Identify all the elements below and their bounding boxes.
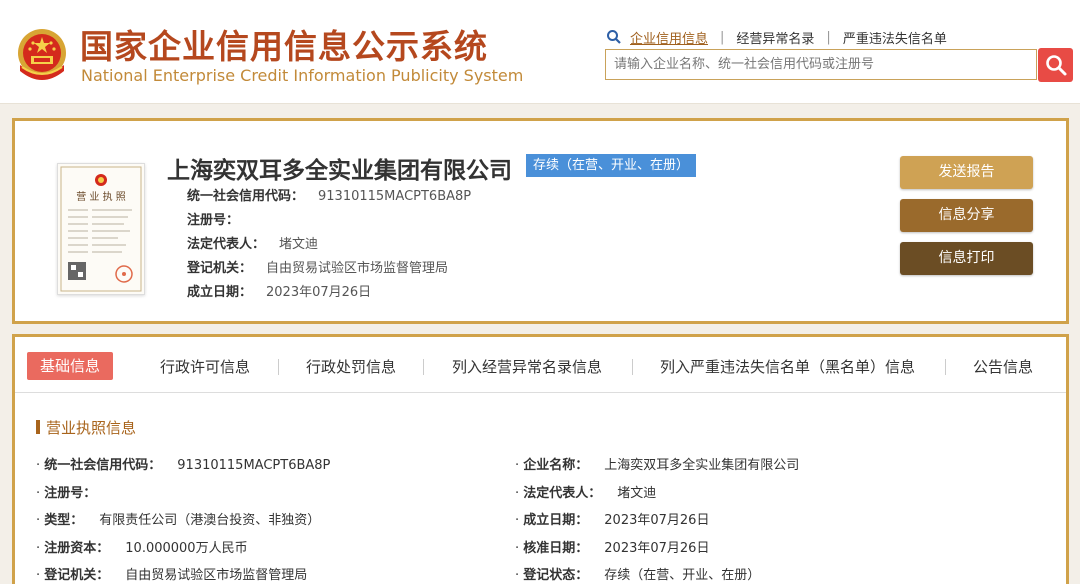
- nav-divider: |: [720, 29, 725, 45]
- nav-serious-violation-list[interactable]: 严重违法失信名单: [843, 28, 947, 47]
- info-row-company-name: · 企业名称： 上海奕双耳多全实业集团有限公司: [515, 458, 800, 473]
- card-field-est-date: 成立日期： 2023年07月26日: [187, 281, 371, 300]
- nav-enterprise-credit-info[interactable]: 企业信用信息: [630, 28, 708, 47]
- print-info-button[interactable]: 信息打印: [900, 242, 1033, 275]
- license-title: 营 业 执 照: [76, 190, 126, 203]
- field-value: 2023年07月26日: [266, 285, 372, 300]
- field-label: 登记机关：: [187, 261, 253, 276]
- info-label: 登记状态：: [523, 568, 589, 583]
- field-label: 统一社会信用代码：: [187, 189, 305, 204]
- info-value: 91310115MACPT6BA8P: [177, 458, 331, 473]
- detail-panel: 基础信息 行政许可信息 行政处罚信息 列入经营异常名录信息 列入严重违法失信名单…: [12, 334, 1069, 584]
- info-value: 有限责任公司（港澳台投资、非独资）: [99, 513, 321, 528]
- info-label: 注册号：: [44, 486, 97, 501]
- share-info-button[interactable]: 信息分享: [900, 199, 1033, 232]
- tab-divider: [423, 359, 424, 375]
- business-license-image[interactable]: 营 业 执 照: [57, 163, 145, 295]
- site-header: 国家企业信用信息公示系统 National Enterprise Credit …: [0, 0, 1080, 104]
- info-row-type: · 类型： 有限责任公司（港澳台投资、非独资）: [36, 513, 321, 528]
- card-field-reg-authority: 登记机关： 自由贸易试验区市场监督管理局: [187, 257, 448, 276]
- info-label: 类型：: [44, 513, 84, 528]
- section-marker: [36, 420, 40, 434]
- info-label: 登记机关：: [44, 568, 110, 583]
- tab-divider: [945, 359, 946, 375]
- field-value: 堵文迪: [279, 237, 319, 252]
- tab-bar: 基础信息 行政许可信息 行政处罚信息 列入经营异常名录信息 列入严重违法失信名单…: [15, 337, 1066, 393]
- search-icon: [1045, 55, 1066, 76]
- info-row-reg-number: · 注册号：: [36, 486, 97, 501]
- field-label: 成立日期：: [187, 285, 253, 300]
- info-row-reg-capital: · 注册资本： 10.000000万人民币: [36, 541, 248, 556]
- info-row-approval-date: · 核准日期： 2023年07月26日: [515, 541, 710, 556]
- card-field-legal-rep: 法定代表人： 堵文迪: [187, 233, 318, 252]
- info-row-credit-code: · 统一社会信用代码： 91310115MACPT6BA8P: [36, 458, 331, 473]
- tab-divider: [632, 359, 633, 375]
- field-value: 自由贸易试验区市场监督管理局: [266, 261, 449, 276]
- tab-basic-info[interactable]: 基础信息: [27, 352, 114, 380]
- tab-admin-license[interactable]: 行政许可信息: [160, 353, 250, 381]
- company-summary-card: 营 业 执 照 上海奕双耳多全实业集团有限公司 存续（在营、开业、在册） 统一社…: [12, 118, 1069, 324]
- site-subtitle: National Enterprise Credit Information P…: [81, 66, 524, 85]
- info-label: 核准日期：: [523, 541, 589, 556]
- national-emblem-icon: [18, 29, 66, 80]
- tab-abnormal-operations[interactable]: 列入经营异常名录信息: [452, 353, 602, 381]
- info-label: 成立日期：: [523, 513, 589, 528]
- info-value: 2023年07月26日: [604, 513, 710, 528]
- section-title-text: 营业执照信息: [46, 419, 137, 437]
- info-value: 堵文迪: [617, 486, 657, 501]
- field-label: 法定代表人：: [187, 237, 266, 252]
- tab-divider: [278, 359, 279, 375]
- info-row-legal-rep: · 法定代表人： 堵文迪: [515, 486, 657, 501]
- tab-admin-penalty[interactable]: 行政处罚信息: [306, 353, 396, 381]
- top-nav: 企业信用信息 | 经营异常名录 | 严重违法失信名单: [606, 28, 947, 47]
- status-badge: 存续（在营、开业、在册）: [526, 154, 697, 177]
- company-name: 上海奕双耳多全实业集团有限公司: [167, 158, 512, 184]
- info-value: 存续（在营、开业、在册）: [604, 568, 761, 583]
- card-field-reg-number: 注册号：: [187, 209, 253, 228]
- tab-blacklist[interactable]: 列入严重违法失信名单（黑名单）信息: [660, 353, 915, 381]
- info-value: 上海奕双耳多全实业集团有限公司: [604, 458, 800, 473]
- tab-announcements[interactable]: 公告信息: [973, 353, 1033, 381]
- info-row-reg-status: · 登记状态： 存续（在营、开业、在册）: [515, 568, 761, 583]
- search-input[interactable]: [606, 50, 1036, 79]
- field-label: 注册号：: [187, 213, 240, 228]
- field-value: 91310115MACPT6BA8P: [318, 189, 472, 204]
- info-row-est-date: · 成立日期： 2023年07月26日: [515, 513, 710, 528]
- site-title: 国家企业信用信息公示系统: [80, 27, 488, 66]
- info-value: 2023年07月26日: [604, 541, 710, 556]
- business-license-thumbnail: 营 业 执 照: [60, 166, 142, 292]
- info-value: 自由贸易试验区市场监督管理局: [125, 568, 308, 583]
- nav-abnormal-operations-list[interactable]: 经营异常名录: [736, 28, 814, 47]
- info-label: 法定代表人：: [523, 486, 602, 501]
- search-button[interactable]: [1038, 48, 1073, 82]
- search-icon: [607, 30, 621, 44]
- send-report-button[interactable]: 发送报告: [900, 156, 1033, 189]
- info-label: 注册资本：: [44, 541, 110, 556]
- search-box: [605, 49, 1037, 80]
- info-label: 统一社会信用代码：: [44, 458, 162, 473]
- section-title: 营业执照信息: [36, 417, 136, 438]
- info-label: 企业名称：: [523, 458, 589, 473]
- nav-divider: |: [826, 29, 831, 45]
- info-value: 10.000000万人民币: [125, 541, 248, 556]
- info-row-reg-authority: · 登记机关： 自由贸易试验区市场监督管理局: [36, 568, 308, 583]
- card-field-credit-code: 统一社会信用代码： 91310115MACPT6BA8P: [187, 185, 471, 204]
